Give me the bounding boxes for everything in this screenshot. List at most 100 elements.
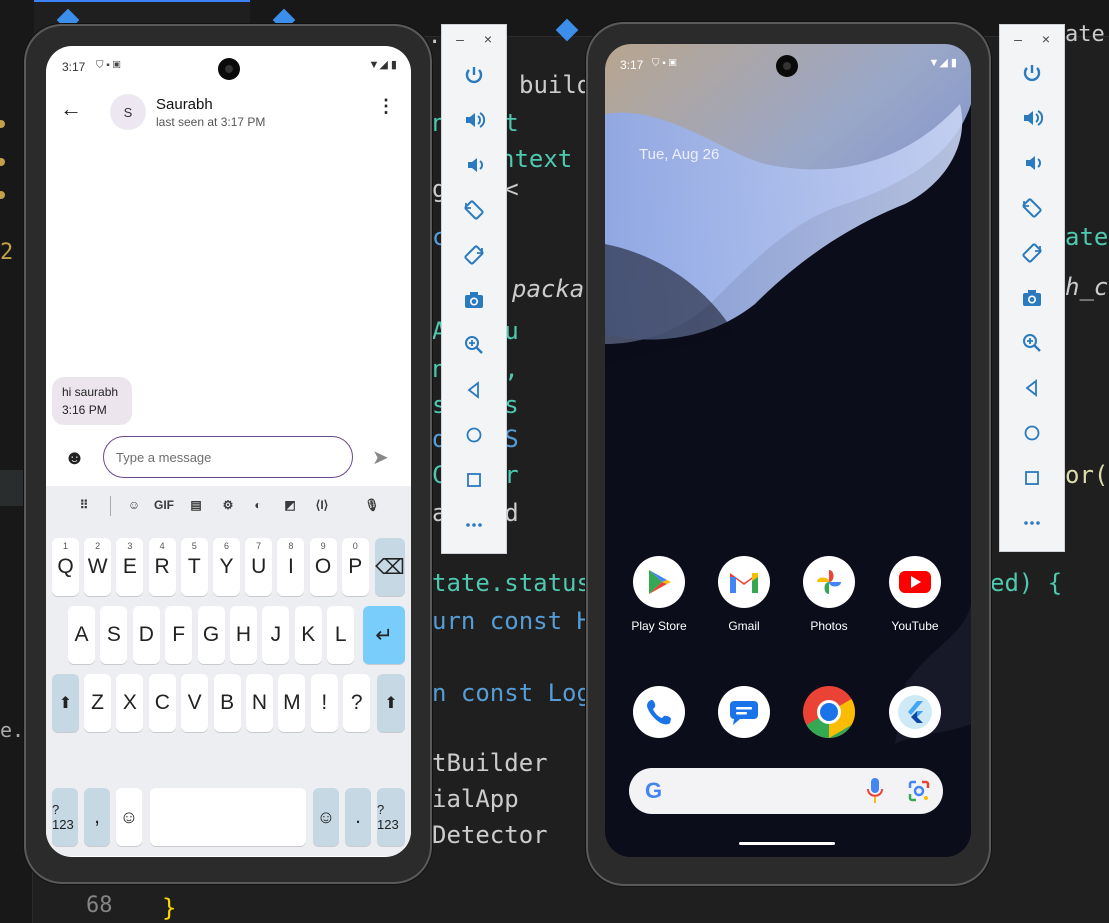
key-k[interactable]: K	[294, 606, 322, 664]
key-t[interactable]: 5T	[180, 538, 208, 596]
emoji-key[interactable]: ☺	[116, 788, 142, 846]
editor-tab-label: ate.d	[1065, 22, 1109, 47]
microphone-icon[interactable]: 🎙	[358, 491, 386, 519]
key-v[interactable]: V	[181, 674, 209, 732]
key-p[interactable]: 0P	[341, 538, 369, 596]
key-e[interactable]: 3E	[116, 538, 144, 596]
key-z[interactable]: Z	[84, 674, 111, 732]
volume-down-icon[interactable]	[442, 145, 506, 185]
key-r[interactable]: 4R	[148, 538, 176, 596]
back-icon[interactable]	[1000, 368, 1064, 408]
key-q[interactable]: 1Q	[52, 538, 79, 596]
emoji-icon[interactable]: ☻	[64, 447, 85, 470]
send-icon[interactable]: ➤	[372, 445, 389, 470]
minimize-button[interactable]: –	[452, 31, 468, 47]
message-input[interactable]: Type a message	[103, 436, 353, 478]
power-icon[interactable]	[1000, 53, 1064, 93]
key-question[interactable]: ?	[343, 674, 371, 732]
play-store-icon[interactable]	[633, 556, 685, 608]
text-cursor-icon[interactable]: ⟨I⟩	[308, 491, 336, 519]
close-button[interactable]: ×	[1038, 31, 1054, 47]
key-g[interactable]: G	[197, 606, 225, 664]
signal-battery-icons: ▼◢ ▮	[928, 57, 957, 69]
power-icon[interactable]	[442, 55, 506, 95]
rotate-right-icon[interactable]	[442, 235, 506, 275]
settings-icon[interactable]: ⚙	[214, 491, 242, 519]
sidebar-selected-row	[0, 470, 24, 506]
key-o[interactable]: 9O	[309, 538, 337, 596]
key-h[interactable]: H	[230, 606, 257, 664]
google-search-bar[interactable]: G	[629, 768, 943, 814]
messages-icon[interactable]	[718, 686, 770, 738]
date-widget[interactable]: Tue, Aug 26	[639, 146, 719, 163]
more-vert-icon[interactable]: ⋮	[377, 96, 395, 117]
emulator-device-chat: 3:17 ⛉ ▪ ▣ ▼◢ ▮ ← S Saurabh last seen at…	[24, 24, 432, 884]
more-icon[interactable]	[1000, 503, 1064, 543]
camera-icon[interactable]	[1000, 278, 1064, 318]
zoom-icon[interactable]	[442, 325, 506, 365]
key-c[interactable]: C	[148, 674, 176, 732]
camera-icon[interactable]	[442, 280, 506, 320]
volume-down-icon[interactable]	[1000, 143, 1064, 183]
message-bubble[interactable]: hi saurabh 3:16 PM	[52, 377, 132, 425]
contact-name: Saurabh	[156, 96, 213, 113]
symbols-key[interactable]: ?123	[52, 788, 78, 846]
key-s[interactable]: S	[100, 606, 128, 664]
gmail-icon[interactable]	[718, 556, 770, 608]
photos-icon[interactable]	[803, 556, 855, 608]
key-u[interactable]: 7U	[245, 538, 273, 596]
avatar[interactable]: S	[110, 94, 146, 130]
chrome-icon[interactable]	[803, 686, 855, 738]
youtube-icon[interactable]	[889, 556, 941, 608]
backspace-key[interactable]: ⌫	[375, 538, 405, 596]
editor-tab-label: .	[428, 24, 442, 49]
home-icon[interactable]	[1000, 413, 1064, 453]
close-button[interactable]: ×	[480, 31, 496, 47]
rotate-right-icon[interactable]	[1000, 233, 1064, 273]
more-icon[interactable]	[442, 505, 506, 545]
minimize-button[interactable]: –	[1010, 31, 1026, 47]
symbols-key[interactable]: ?123	[377, 788, 405, 846]
key-n[interactable]: N	[246, 674, 273, 732]
key-m[interactable]: M	[278, 674, 306, 732]
zoom-icon[interactable]	[1000, 323, 1064, 363]
key-b[interactable]: B	[213, 674, 241, 732]
home-icon[interactable]	[442, 415, 506, 455]
key-i[interactable]: 8I	[277, 538, 305, 596]
key-x[interactable]: X	[116, 674, 144, 732]
overview-icon[interactable]	[442, 460, 506, 500]
key-f[interactable]: F	[165, 606, 193, 664]
back-arrow-icon[interactable]: ←	[60, 96, 82, 122]
emoji-key[interactable]: ☺	[313, 788, 339, 846]
volume-up-icon[interactable]	[442, 100, 506, 140]
shift-key[interactable]: ⬆	[52, 674, 79, 732]
key-y[interactable]: 6Y	[213, 538, 240, 596]
comma-key[interactable]: ,	[84, 788, 110, 846]
key-j[interactable]: J	[262, 606, 290, 664]
gif-icon[interactable]: GIF	[150, 491, 178, 519]
floating-keyboard-icon[interactable]: ◩	[276, 491, 304, 519]
key-l[interactable]: L	[327, 606, 355, 664]
overview-icon[interactable]	[1000, 458, 1064, 498]
enter-key[interactable]: ↵	[363, 606, 405, 664]
back-icon[interactable]	[442, 370, 506, 410]
flutter-icon[interactable]	[889, 686, 941, 738]
google-lens-icon[interactable]	[907, 779, 931, 803]
phone-icon[interactable]	[633, 686, 685, 738]
gesture-bar[interactable]	[739, 842, 835, 845]
clipboard-icon[interactable]: ▤	[182, 491, 210, 519]
key-exclaim[interactable]: !	[310, 674, 338, 732]
period-key[interactable]: .	[345, 788, 371, 846]
shift-key[interactable]: ⬆	[377, 674, 405, 732]
rotate-left-icon[interactable]	[442, 190, 506, 230]
key-w[interactable]: 2W	[84, 538, 112, 596]
key-d[interactable]: D	[132, 606, 160, 664]
microphone-icon[interactable]	[867, 778, 883, 804]
volume-up-icon[interactable]	[1000, 98, 1064, 138]
sticker-icon[interactable]: ☺	[120, 491, 148, 519]
space-key[interactable]	[150, 788, 306, 846]
theme-palette-icon[interactable]: ◐	[244, 491, 272, 519]
key-a[interactable]: A	[68, 606, 95, 664]
apps-grid-icon[interactable]: ⠿	[70, 491, 98, 519]
rotate-left-icon[interactable]	[1000, 188, 1064, 228]
